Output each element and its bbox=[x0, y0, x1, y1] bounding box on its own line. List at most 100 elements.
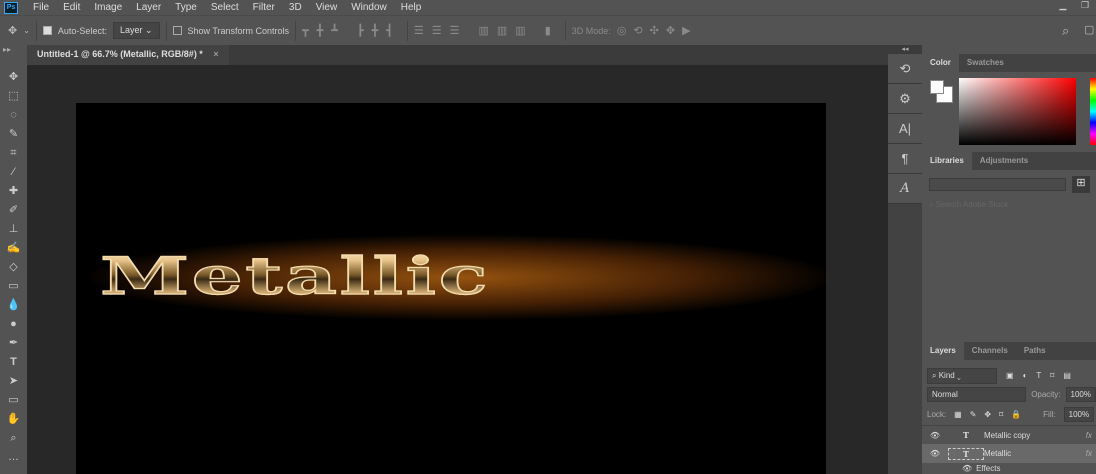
blur-tool-icon[interactable]: 💧 bbox=[7, 296, 21, 315]
type-layer-thumbnail: T bbox=[963, 430, 969, 440]
menu-image[interactable]: Image bbox=[94, 2, 122, 13]
toolbar-collapse[interactable]: ▸▸ bbox=[0, 45, 27, 65]
effects-eye-icon[interactable]: 👁 bbox=[962, 464, 972, 473]
align-buttons[interactable]: ┳╋┻ ┣╋┫ bbox=[302, 24, 401, 37]
layer-name[interactable]: Metallic copy bbox=[984, 431, 1086, 440]
layer-row[interactable]: 👁 T Metallic copy fx bbox=[922, 425, 1096, 444]
document-tab[interactable]: Untitled-1 @ 66.7% (Metallic, RGB/8#) * … bbox=[27, 45, 229, 65]
dodge-tool-icon[interactable]: ● bbox=[10, 315, 17, 334]
menu-window[interactable]: Window bbox=[351, 2, 387, 13]
filter-pixel-icon[interactable]: ▣ bbox=[1006, 371, 1014, 380]
fx-icon[interactable]: fx bbox=[1086, 431, 1092, 440]
filter-adjustment-icon[interactable]: ◐ bbox=[1023, 371, 1028, 380]
close-tab-icon[interactable]: × bbox=[213, 49, 218, 59]
brush-tool-icon[interactable]: ✐ bbox=[9, 201, 18, 220]
menu-3d[interactable]: 3D bbox=[289, 2, 302, 13]
layer-name[interactable]: Metallic bbox=[984, 449, 1086, 458]
pen-tool-icon[interactable]: ✒ bbox=[9, 334, 18, 353]
tab-paths[interactable]: Paths bbox=[1016, 342, 1054, 360]
opacity-label: Opacity: bbox=[1031, 390, 1061, 399]
lock-transparency-icon[interactable]: ▦ bbox=[954, 410, 962, 419]
filter-shape-icon[interactable]: ⌑ bbox=[1050, 371, 1054, 380]
lock-artboard-icon[interactable]: ⌑ bbox=[999, 410, 1003, 419]
distribute-buttons[interactable]: ☰☰☰ ▥▥▥ ▮ bbox=[414, 24, 559, 37]
library-dropdown[interactable] bbox=[929, 178, 1066, 191]
divider bbox=[564, 20, 566, 41]
menu-help[interactable]: Help bbox=[401, 2, 422, 13]
effects-row[interactable]: 👁 Effects bbox=[922, 463, 1096, 474]
marquee-tool-icon[interactable]: ⬚ bbox=[8, 87, 18, 106]
options-bar: ✥ ⌄ Auto-Select: Layer ⌄ Show Transform … bbox=[0, 15, 1096, 45]
metallic-text-layer[interactable]: Metallic bbox=[99, 245, 991, 307]
move-tool-icon[interactable]: ✥ bbox=[9, 68, 18, 87]
eyedropper-tool-icon[interactable]: ⁄ bbox=[13, 163, 15, 182]
zoom-tool-icon[interactable]: ⌕ bbox=[10, 429, 16, 448]
search-icon[interactable]: ⌕ bbox=[1062, 23, 1069, 39]
restore-icon[interactable]: ❐ bbox=[1074, 0, 1096, 12]
hue-slider[interactable] bbox=[1090, 78, 1096, 145]
filter-smart-icon[interactable]: ▤ bbox=[1063, 371, 1071, 380]
stamp-tool-icon[interactable]: ⊥ bbox=[9, 220, 19, 239]
rectangle-tool-icon[interactable]: ▭ bbox=[8, 391, 18, 410]
character-panel-icon[interactable]: A| bbox=[888, 114, 922, 144]
menu-type[interactable]: Type bbox=[175, 2, 197, 13]
3d-mode-icons[interactable]: ◎⟲✣✥▶ bbox=[617, 24, 698, 37]
foreground-color-swatch[interactable] bbox=[930, 80, 944, 94]
collapsed-panel-strip: ◂◂ ⟲ ⚙ A| ¶ A bbox=[888, 45, 922, 474]
healing-tool-icon[interactable]: ✚ bbox=[9, 182, 18, 201]
stock-search-input[interactable]: ⌕ Search Adobe Stock bbox=[929, 200, 1008, 210]
auto-select-checkbox[interactable] bbox=[42, 26, 52, 35]
glyphs-panel-icon[interactable]: A bbox=[888, 174, 922, 204]
lasso-tool-icon[interactable]: ◌ bbox=[10, 106, 17, 125]
tools-panel: ✥ ⬚ ◌ ✎ ⌗ ⁄ ✚ ✐ ⊥ ✍ ◇ ▭ 💧 ● ✒ T ➤ ▭ ✋ ⌕ … bbox=[0, 65, 27, 474]
tab-swatches[interactable]: Swatches bbox=[959, 54, 1012, 72]
filter-type-icon[interactable]: T bbox=[1036, 371, 1041, 380]
eraser-tool-icon[interactable]: ◇ bbox=[9, 258, 17, 277]
menu-layer[interactable]: Layer bbox=[136, 2, 161, 13]
lock-position-icon[interactable]: ✥ bbox=[984, 410, 991, 419]
fill-input[interactable]: 100% bbox=[1063, 407, 1095, 422]
tab-color[interactable]: Color bbox=[922, 54, 959, 72]
layer-row-selected[interactable]: 👁 T Metallic fx bbox=[922, 444, 1096, 463]
grid-view-icon[interactable]: ⊞ bbox=[1072, 176, 1090, 193]
tab-adjustments[interactable]: Adjustments bbox=[972, 152, 1036, 170]
lock-all-icon[interactable]: 🔒 bbox=[1011, 410, 1021, 419]
more-tools-icon[interactable]: … bbox=[8, 448, 19, 467]
paragraph-panel-icon[interactable]: ¶ bbox=[888, 144, 922, 174]
auto-select-target-dropdown[interactable]: Layer ⌄ bbox=[112, 22, 160, 39]
crop-tool-icon[interactable]: ⌗ bbox=[10, 144, 16, 163]
quick-select-tool-icon[interactable]: ✎ bbox=[9, 125, 18, 144]
layer-filter-dropdown[interactable]: ⌕ Kind ⌄ bbox=[927, 367, 997, 384]
workspace-icon[interactable]: ▢ bbox=[1084, 23, 1094, 36]
show-transform-checkbox[interactable] bbox=[172, 26, 182, 35]
opacity-input[interactable]: 100% bbox=[1065, 387, 1096, 402]
color-picker-field[interactable] bbox=[959, 78, 1076, 145]
visibility-eye-icon[interactable]: 👁 bbox=[922, 449, 948, 458]
search-icon: ⌕ bbox=[929, 200, 936, 209]
hand-tool-icon[interactable]: ✋ bbox=[7, 410, 21, 429]
fx-icon[interactable]: fx bbox=[1086, 449, 1092, 458]
menu-filter[interactable]: Filter bbox=[253, 2, 275, 13]
gradient-tool-icon[interactable]: ▭ bbox=[8, 277, 18, 296]
expand-panels-icon[interactable]: ◂◂ bbox=[888, 45, 922, 54]
history-brush-tool-icon[interactable]: ✍ bbox=[7, 239, 21, 258]
properties-panel-icon[interactable]: ⚙ bbox=[888, 84, 922, 114]
type-tool-icon[interactable]: T bbox=[10, 353, 17, 372]
menu-file[interactable]: File bbox=[33, 2, 49, 13]
move-tool-icon[interactable]: ✥ bbox=[8, 24, 17, 37]
tab-channels[interactable]: Channels bbox=[964, 342, 1016, 360]
menu-select[interactable]: Select bbox=[211, 2, 239, 13]
lock-pixels-icon[interactable]: ✎ bbox=[970, 410, 977, 419]
minimize-icon[interactable]: ▁ bbox=[1052, 0, 1074, 12]
tab-libraries[interactable]: Libraries bbox=[922, 152, 972, 170]
visibility-eye-icon[interactable]: 👁 bbox=[922, 431, 948, 440]
tab-layers[interactable]: Layers bbox=[922, 342, 964, 360]
blend-mode-dropdown[interactable]: Normal bbox=[927, 387, 1027, 402]
menu-edit[interactable]: Edit bbox=[63, 2, 80, 13]
history-panel-icon[interactable]: ⟲ bbox=[888, 54, 922, 84]
libraries-panel-tabs: Libraries Adjustments bbox=[922, 152, 1096, 170]
path-select-tool-icon[interactable]: ➤ bbox=[9, 372, 18, 391]
chevron-down-icon[interactable]: ⌄ bbox=[23, 26, 30, 35]
menu-view[interactable]: View bbox=[316, 2, 338, 13]
lock-row: Lock: ▦ ✎ ✥ ⌑ 🔒 Fill: 100% bbox=[922, 405, 1096, 424]
